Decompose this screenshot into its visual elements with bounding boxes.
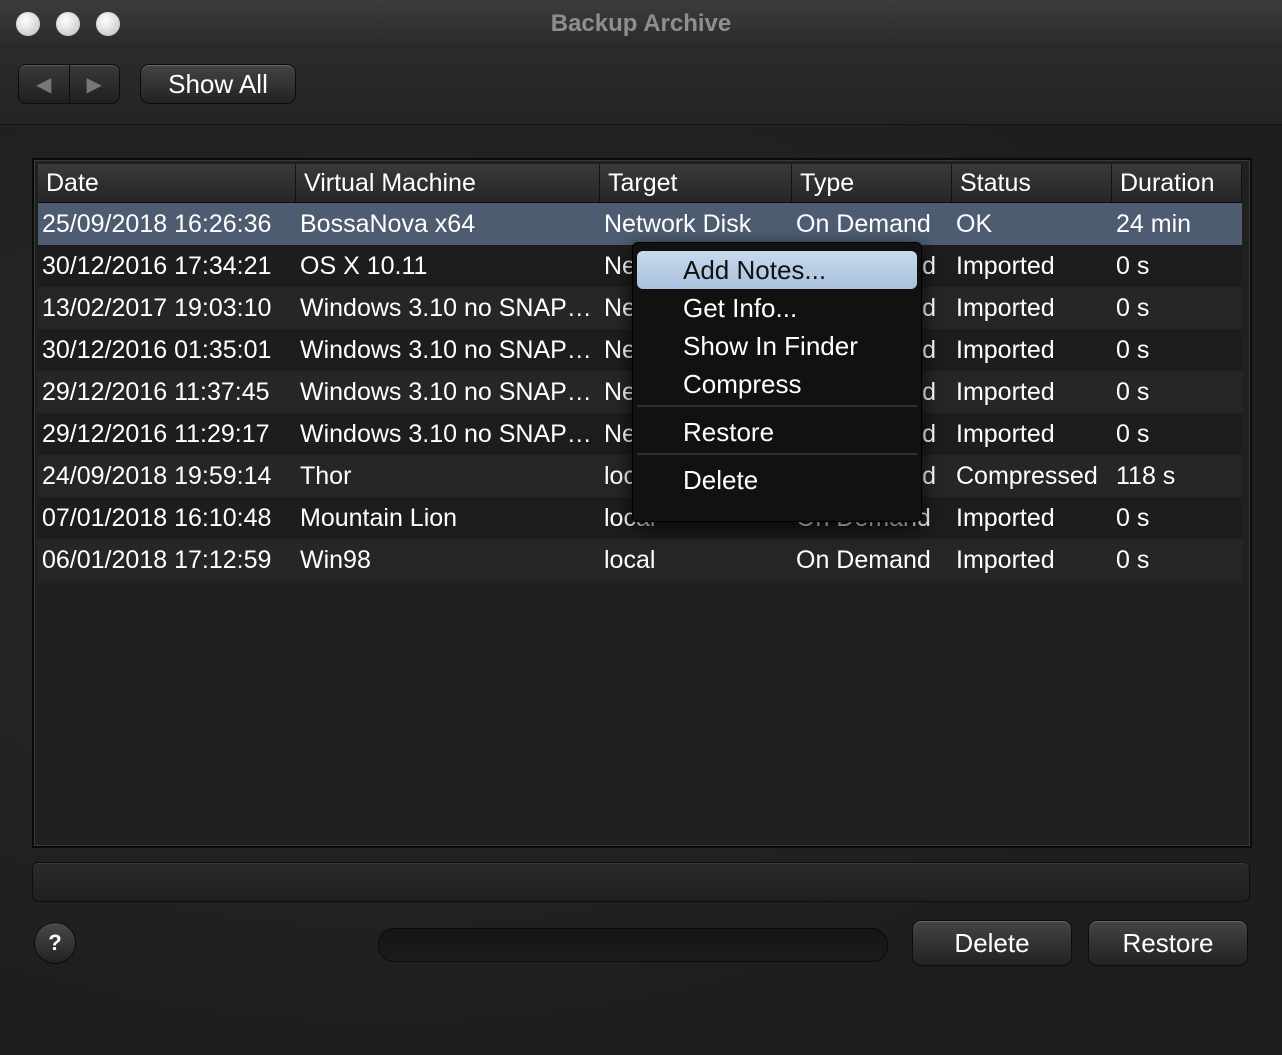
column-header-status[interactable]: Status <box>952 164 1112 202</box>
delete-button[interactable]: Delete <box>912 920 1072 966</box>
cell-date: 13/02/2017 19:03:10 <box>42 294 272 322</box>
cell-duration: 0 s <box>1116 504 1150 532</box>
cell-duration: 0 s <box>1116 546 1150 574</box>
cell-virtual-machine: OS X 10.11 <box>300 252 428 280</box>
menu-item-compress[interactable]: Compress <box>637 365 917 403</box>
cell-status: Imported <box>956 336 1055 364</box>
menu-item-add-notes[interactable]: Add Notes... <box>637 251 917 289</box>
backup-archive-window: Backup Archive ◀ ▶ Show All Date Virtual… <box>0 0 1282 1055</box>
column-header-type[interactable]: Type <box>792 164 952 202</box>
table-header: Date Virtual Machine Target Type Status … <box>38 164 1242 203</box>
cell-date: 25/09/2018 16:26:36 <box>42 210 272 238</box>
cell-date: 30/12/2016 17:34:21 <box>42 252 272 280</box>
title-bar: Backup Archive <box>0 0 1282 49</box>
cell-type: On Demand <box>796 546 931 574</box>
cell-date: 24/09/2018 19:59:14 <box>42 462 272 490</box>
column-header-duration[interactable]: Duration <box>1112 164 1242 202</box>
cell-status: Imported <box>956 294 1055 322</box>
show-all-button[interactable]: Show All <box>140 64 296 104</box>
menu-separator <box>637 453 917 455</box>
cell-duration: 0 s <box>1116 336 1150 364</box>
cell-date: 29/12/2016 11:37:45 <box>42 378 270 406</box>
help-button[interactable]: ? <box>34 922 76 964</box>
cell-virtual-machine: Windows 3.10 no SNAP… <box>300 336 592 364</box>
menu-item-delete[interactable]: Delete <box>637 461 917 499</box>
cell-virtual-machine: Windows 3.10 no SNAP… <box>300 294 592 322</box>
menu-item-restore[interactable]: Restore <box>637 413 917 451</box>
cell-status: Compressed <box>956 462 1098 490</box>
cell-date: 29/12/2016 11:29:17 <box>42 420 270 448</box>
cell-status: Imported <box>956 546 1055 574</box>
cell-duration: 118 s <box>1116 462 1176 490</box>
forward-arrow-icon[interactable]: ▶ <box>70 65 120 103</box>
menu-separator <box>637 405 917 407</box>
cell-duration: 0 s <box>1116 294 1150 322</box>
cell-status: Imported <box>956 378 1055 406</box>
progress-bar <box>378 928 888 962</box>
column-header-date[interactable]: Date <box>38 164 296 202</box>
cell-virtual-machine: BossaNova x64 <box>300 210 476 238</box>
toolbar: ◀ ▶ Show All <box>0 48 1282 125</box>
cell-virtual-machine: Mountain Lion <box>300 504 458 532</box>
back-forward-control: ◀ ▶ <box>18 64 120 104</box>
cell-duration: 0 s <box>1116 420 1150 448</box>
cell-date: 30/12/2016 01:35:01 <box>42 336 272 364</box>
cell-target: Network Disk <box>604 210 752 238</box>
cell-status: Imported <box>956 420 1055 448</box>
cell-target: local <box>604 546 656 574</box>
cell-status: Imported <box>956 504 1055 532</box>
table-row[interactable]: 06/01/2018 17:12:59 Win98 local On Deman… <box>38 539 1242 581</box>
cell-date: 07/01/2018 16:10:48 <box>42 504 272 532</box>
cell-virtual-machine: Win98 <box>300 546 371 574</box>
cell-duration: 0 s <box>1116 252 1150 280</box>
menu-item-show-in-finder[interactable]: Show In Finder <box>637 327 917 365</box>
cell-status: Imported <box>956 252 1055 280</box>
cell-virtual-machine: Windows 3.10 no SNAP… <box>300 420 592 448</box>
cell-type: On Demand <box>796 210 931 238</box>
context-menu: Add Notes... Get Info... Show In Finder … <box>632 242 922 522</box>
cell-duration: 0 s <box>1116 378 1150 406</box>
status-bar <box>32 862 1250 902</box>
restore-button[interactable]: Restore <box>1088 920 1248 966</box>
cell-virtual-machine: Thor <box>300 462 352 490</box>
column-header-target[interactable]: Target <box>600 164 792 202</box>
cell-duration: 24 min <box>1116 210 1192 238</box>
back-arrow-icon[interactable]: ◀ <box>19 65 70 103</box>
column-header-virtual-machine[interactable]: Virtual Machine <box>296 164 600 202</box>
cell-virtual-machine: Windows 3.10 no SNAP… <box>300 378 592 406</box>
menu-item-get-info[interactable]: Get Info... <box>637 289 917 327</box>
cell-status: OK <box>956 210 993 238</box>
window-title: Backup Archive <box>550 10 732 37</box>
cell-date: 06/01/2018 17:12:59 <box>42 546 272 574</box>
table-row[interactable]: 25/09/2018 16:26:36 BossaNova x64 Networ… <box>38 203 1242 245</box>
